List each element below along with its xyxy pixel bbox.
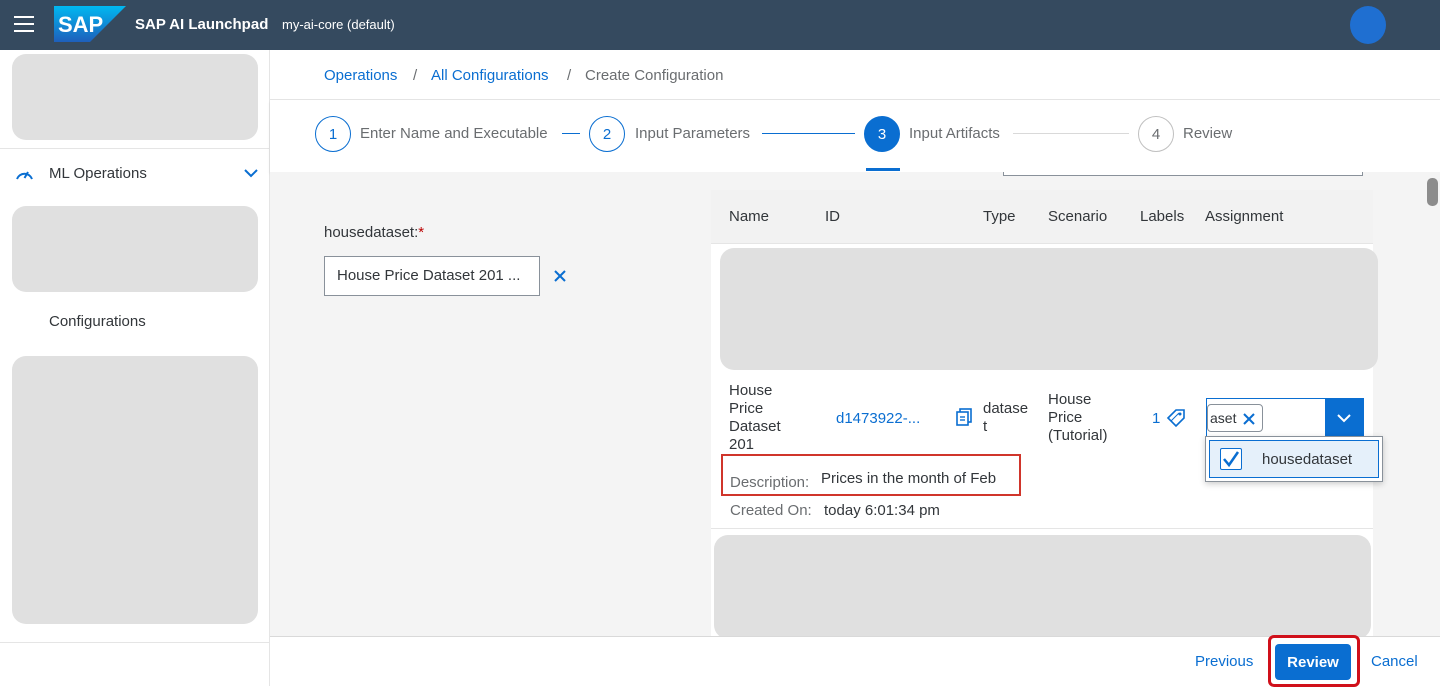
breadcrumb-separator: / bbox=[413, 67, 418, 84]
sidebar-item-configurations[interactable]: Configurations bbox=[49, 313, 146, 330]
svg-text:SAP: SAP bbox=[58, 12, 103, 37]
dropdown-option-label: housedataset bbox=[1262, 451, 1353, 468]
close-icon[interactable] bbox=[1242, 412, 1256, 426]
divider bbox=[711, 528, 1373, 529]
column-header-id[interactable]: ID bbox=[825, 208, 840, 225]
required-marker: * bbox=[418, 224, 425, 241]
wizard-step-4[interactable]: 4 bbox=[1138, 116, 1174, 152]
active-step-indicator bbox=[866, 168, 900, 171]
artifact-scenario: House Price (Tutorial) bbox=[1048, 391, 1108, 444]
review-button[interactable]: Review bbox=[1275, 644, 1351, 680]
search-input[interactable] bbox=[1003, 172, 1363, 176]
artifact-name: House Price Dataset 201 bbox=[729, 382, 781, 453]
gauge-icon bbox=[16, 171, 33, 180]
step-connector bbox=[562, 133, 580, 134]
tag-icon[interactable] bbox=[1166, 408, 1186, 428]
checkmark-icon bbox=[1223, 451, 1240, 468]
avatar[interactable] bbox=[1350, 6, 1386, 44]
wizard-step-1[interactable]: 1 bbox=[315, 116, 351, 152]
app-title: SAP AI Launchpad bbox=[135, 16, 269, 33]
scrollbar-thumb[interactable] bbox=[1427, 178, 1438, 206]
footer-toolbar: Previous Review Cancel bbox=[270, 635, 1440, 687]
artifact-table-panel: Name ID Type Scenario Labels Assignment … bbox=[692, 172, 1440, 639]
chevron-down-icon bbox=[1337, 414, 1351, 423]
artifact-type: datase t bbox=[983, 400, 1029, 435]
placeholder-row bbox=[720, 248, 1378, 370]
column-header-assignment[interactable]: Assignment bbox=[1205, 208, 1283, 225]
column-header-name[interactable]: Name bbox=[729, 208, 769, 225]
checkbox[interactable] bbox=[1220, 448, 1242, 470]
wizard-step-3[interactable]: 3 bbox=[864, 116, 900, 152]
artifact-id-link[interactable]: d1473922-... bbox=[836, 410, 920, 428]
assignment-token[interactable]: aset bbox=[1207, 404, 1264, 432]
highlight-annotation bbox=[721, 454, 1021, 496]
wizard-step-label: Input Parameters bbox=[635, 125, 751, 142]
assignment-dropdown: housedataset bbox=[1205, 436, 1383, 482]
previous-button[interactable]: Previous bbox=[1195, 653, 1253, 670]
menu-icon[interactable] bbox=[14, 16, 34, 32]
column-header-scenario[interactable]: Scenario bbox=[1048, 208, 1107, 225]
placeholder-row bbox=[714, 535, 1371, 639]
breadcrumb-current: Create Configuration bbox=[585, 67, 724, 84]
artifact-form: housedataset:* House Price Dataset 201 .… bbox=[270, 172, 692, 636]
wizard-step-2[interactable]: 2 bbox=[589, 116, 625, 152]
close-icon[interactable] bbox=[552, 268, 568, 284]
dropdown-button[interactable] bbox=[1325, 399, 1363, 437]
wizard-step-label: Enter Name and Executable bbox=[360, 125, 548, 142]
placeholder-block bbox=[12, 206, 258, 292]
wizard-progress: 1 Enter Name and Executable 2 Input Para… bbox=[270, 100, 1440, 172]
shell-bar: SAP SAP AI Launchpad my-ai-core (default… bbox=[0, 0, 1440, 50]
sidebar-item-label: ML Operations bbox=[49, 165, 147, 182]
main-content: Operations / All Configurations / Create… bbox=[270, 50, 1440, 639]
step-connector bbox=[1013, 133, 1129, 134]
created-on-label: Created On: bbox=[730, 502, 812, 519]
placeholder-block bbox=[12, 356, 258, 624]
field-label: housedataset:* bbox=[324, 224, 425, 241]
labels-count[interactable]: 1 bbox=[1152, 410, 1160, 428]
chevron-down-icon[interactable] bbox=[243, 167, 259, 179]
artifact-input[interactable]: House Price Dataset 201 ... bbox=[324, 256, 540, 296]
divider bbox=[0, 642, 269, 643]
column-header-labels[interactable]: Labels bbox=[1140, 208, 1184, 225]
breadcrumb-operations[interactable]: Operations bbox=[324, 67, 397, 84]
created-on-value: today 6:01:34 pm bbox=[824, 502, 940, 519]
table-header: Name ID Type Scenario Labels Assignment bbox=[711, 190, 1373, 244]
breadcrumb: Operations / All Configurations / Create… bbox=[270, 50, 1440, 100]
copy-icon[interactable] bbox=[955, 408, 973, 426]
step-connector bbox=[762, 133, 855, 134]
breadcrumb-separator: / bbox=[567, 67, 572, 84]
cancel-button[interactable]: Cancel bbox=[1371, 653, 1418, 670]
column-header-type[interactable]: Type bbox=[983, 208, 1016, 225]
wizard-step-label: Input Artifacts bbox=[909, 125, 1000, 142]
artifact-table: Name ID Type Scenario Labels Assignment … bbox=[711, 190, 1383, 639]
wizard-step-label: Review bbox=[1183, 125, 1233, 142]
sidebar-item-ml-operations[interactable]: ML Operations bbox=[0, 153, 269, 193]
placeholder-block bbox=[12, 54, 258, 140]
sap-logo: SAP bbox=[54, 6, 126, 42]
divider bbox=[0, 148, 269, 149]
side-navigation: ML Operations Configurations bbox=[0, 50, 270, 686]
assignment-combobox[interactable]: aset bbox=[1206, 398, 1364, 438]
resource-group[interactable]: my-ai-core (default) bbox=[282, 17, 395, 32]
breadcrumb-all-configurations[interactable]: All Configurations bbox=[431, 67, 549, 84]
dropdown-option[interactable]: housedataset bbox=[1209, 440, 1379, 478]
